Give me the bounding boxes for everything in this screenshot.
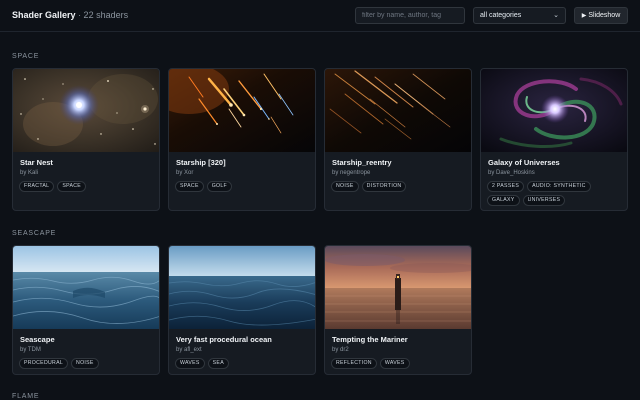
category-select-value: all categories bbox=[480, 12, 522, 19]
tag[interactable]: GOLF bbox=[206, 181, 233, 192]
tag[interactable]: UNIVERSES bbox=[522, 195, 566, 206]
card-tags: NOISE DISTORTION bbox=[331, 181, 469, 192]
thumbnail-tempting-the-mariner bbox=[325, 246, 471, 329]
card-tags: 2 PASSES AUDIO: SYNTHETIC GALAXY UNIVERS… bbox=[487, 181, 625, 206]
card-author: by Dave_Hoskins bbox=[488, 170, 535, 176]
category-select[interactable]: all categories ⌄ bbox=[473, 7, 566, 24]
tag[interactable]: AUDIO: SYNTHETIC bbox=[527, 181, 591, 192]
tag[interactable]: NOISE bbox=[331, 181, 359, 192]
card-tags: PROCEDURAL NOISE bbox=[19, 358, 157, 369]
shader-card-seascape[interactable]: Seascape by TDM PROCEDURAL NOISE bbox=[12, 245, 160, 375]
card-title: Starship_reentry bbox=[332, 158, 392, 167]
thumbnail-starship-reentry bbox=[325, 69, 471, 152]
card-title: Tempting the Mariner bbox=[332, 335, 408, 344]
shader-card-galaxy-of-universes[interactable]: Galaxy of Universes by Dave_Hoskins 2 PA… bbox=[480, 68, 628, 211]
play-icon: ▶ bbox=[581, 13, 587, 19]
card-tags: FRACTAL SPACE bbox=[19, 181, 157, 192]
thumbnail-galaxy-of-universes bbox=[481, 69, 627, 152]
card-tags: REFLECTION WAVES bbox=[331, 358, 469, 369]
tag[interactable]: PROCEDURAL bbox=[19, 358, 69, 369]
thumbnail-seascape bbox=[13, 246, 159, 329]
chevron-down-icon: ⌄ bbox=[553, 12, 559, 19]
section-label-flame: FLAME bbox=[12, 393, 40, 400]
card-title: Starship [320] bbox=[176, 158, 226, 167]
gallery-heading: Shader Gallery · 22 shaders bbox=[12, 10, 128, 21]
tag[interactable]: SEA bbox=[207, 358, 229, 369]
card-title: Galaxy of Universes bbox=[488, 158, 560, 167]
tag[interactable]: WAVES bbox=[379, 358, 410, 369]
shader-count: · 22 shaders bbox=[78, 10, 129, 20]
shader-card-tempting-the-mariner[interactable]: Tempting the Mariner by dr2 REFLECTION W… bbox=[324, 245, 472, 375]
top-bar: Shader Gallery · 22 shaders all categori… bbox=[0, 0, 640, 32]
card-author: by dr2 bbox=[332, 347, 349, 353]
tag[interactable]: REFLECTION bbox=[331, 358, 377, 369]
card-author: by negentrope bbox=[332, 170, 371, 176]
card-title: Star Nest bbox=[20, 158, 53, 167]
thumbnail-star-nest bbox=[13, 69, 159, 152]
section-label-seascape: SEASCAPE bbox=[12, 230, 57, 237]
tag[interactable]: 2 PASSES bbox=[487, 181, 525, 192]
slideshow-button[interactable]: ▶ Slideshow bbox=[574, 7, 628, 24]
shader-card-starship-reentry[interactable]: Starship_reentry by negentrope NOISE DIS… bbox=[324, 68, 472, 211]
card-tags: WAVES SEA bbox=[175, 358, 313, 369]
slideshow-label: Slideshow bbox=[588, 12, 621, 19]
card-author: by TDM bbox=[20, 347, 41, 353]
shader-card-star-nest[interactable]: Star Nest by Kali FRACTAL SPACE bbox=[12, 68, 160, 211]
shader-card-very-fast-procedural-ocean[interactable]: Very fast procedural ocean by afl_ext WA… bbox=[168, 245, 316, 375]
card-title: Very fast procedural ocean bbox=[176, 335, 272, 344]
tag[interactable]: DISTORTION bbox=[361, 181, 407, 192]
tag[interactable]: GALAXY bbox=[487, 195, 520, 206]
thumbnail-very-fast-procedural-ocean bbox=[169, 246, 315, 329]
card-title: Seascape bbox=[20, 335, 55, 344]
search-input[interactable] bbox=[355, 7, 465, 24]
card-author: by afl_ext bbox=[176, 347, 202, 353]
tag[interactable]: FRACTAL bbox=[19, 181, 55, 192]
thumbnail-starship-320 bbox=[169, 69, 315, 152]
tag[interactable]: SPACE bbox=[175, 181, 204, 192]
page-title: Shader Gallery bbox=[12, 10, 76, 20]
card-tags: SPACE GOLF bbox=[175, 181, 313, 192]
tag[interactable]: WAVES bbox=[175, 358, 205, 369]
tag[interactable]: SPACE bbox=[57, 181, 87, 192]
card-author: by Kali bbox=[20, 170, 39, 176]
card-author: by Xor bbox=[176, 170, 194, 176]
shader-card-starship-320[interactable]: Starship [320] by Xor SPACE GOLF bbox=[168, 68, 316, 211]
section-label-space: SPACE bbox=[12, 53, 40, 60]
tag[interactable]: NOISE bbox=[71, 358, 99, 369]
